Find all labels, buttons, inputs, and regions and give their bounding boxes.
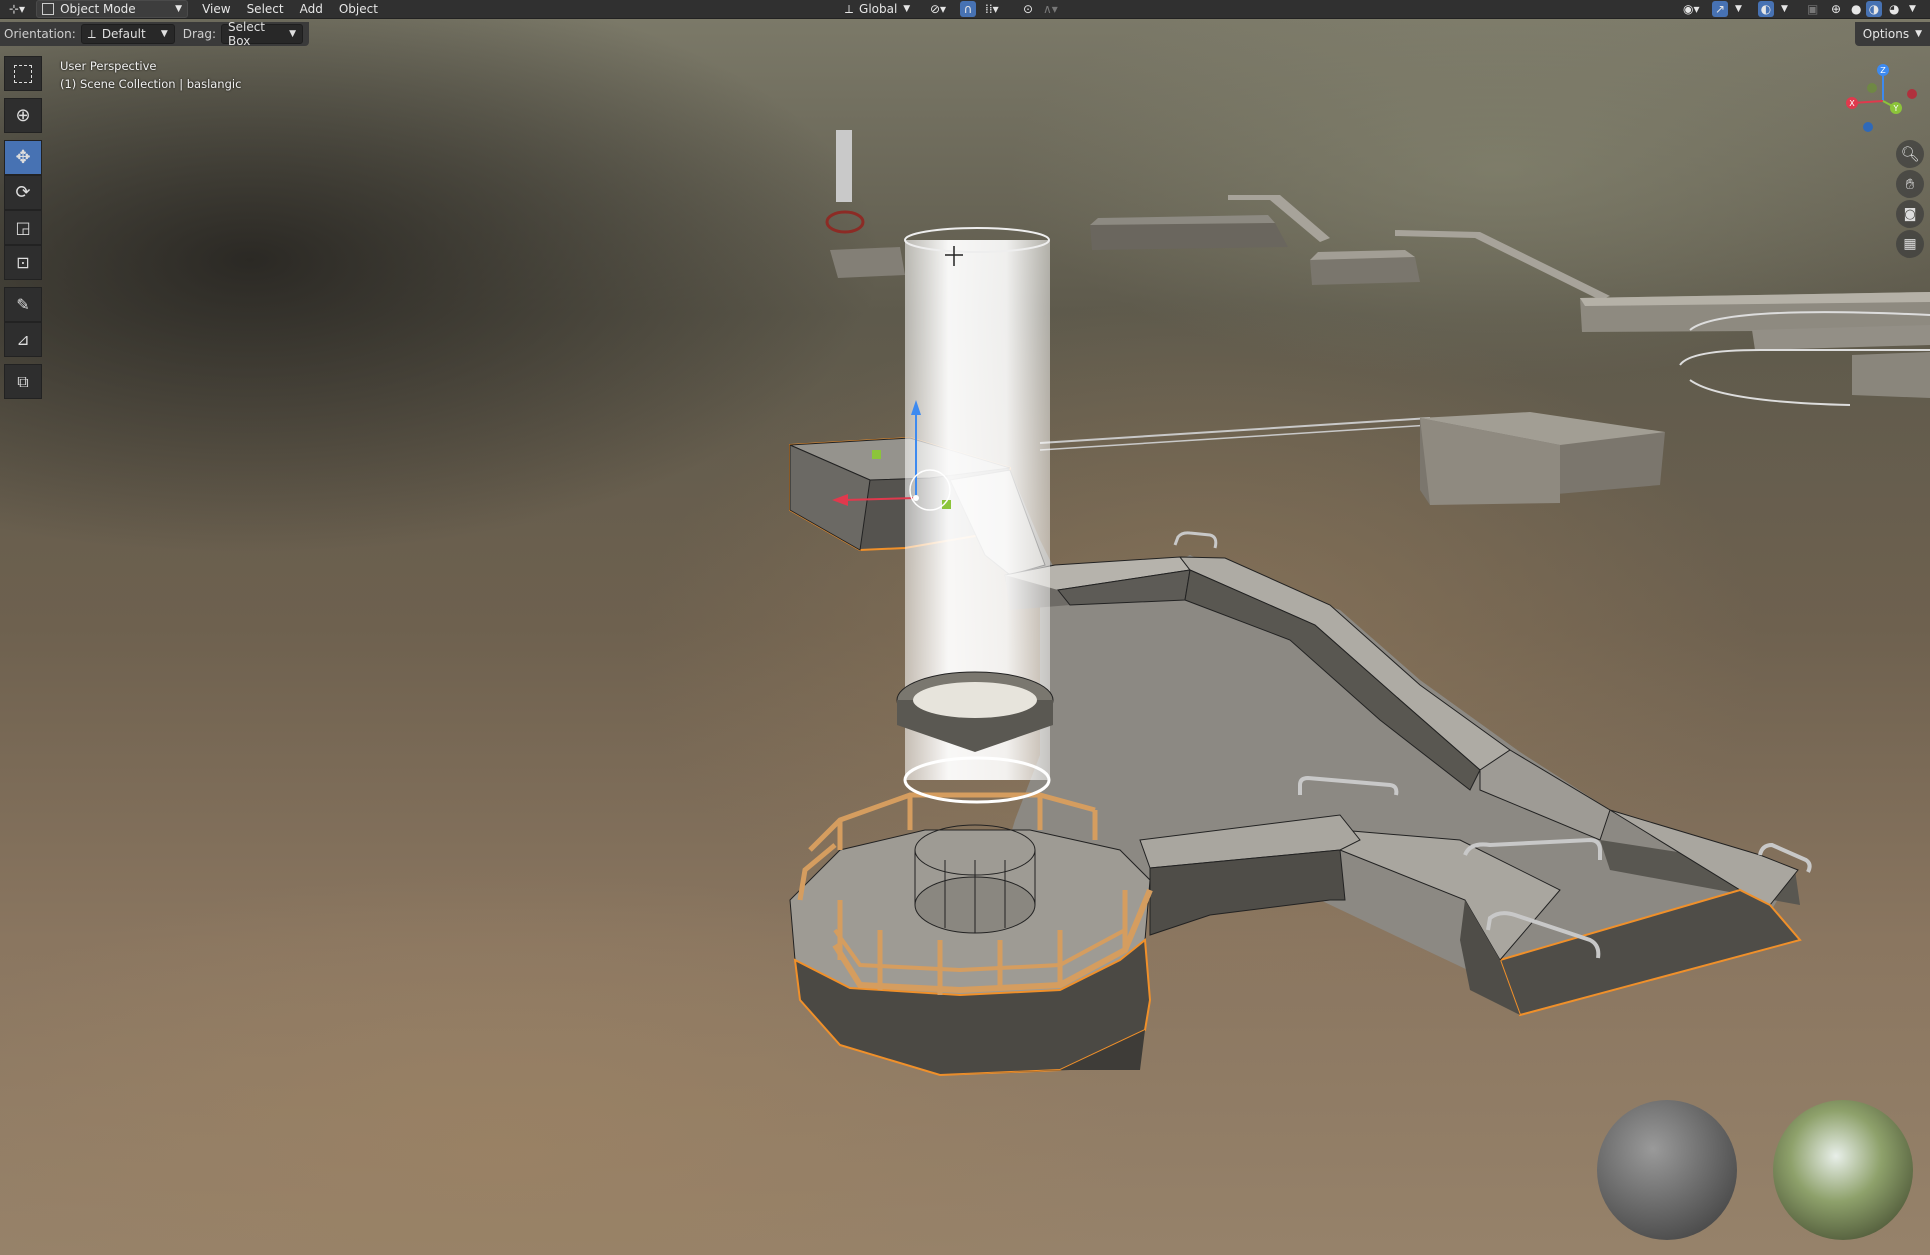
magnifier-icon: 🔍︎ <box>1900 145 1920 163</box>
options-dropdown[interactable]: Options ▼ <box>1854 22 1930 46</box>
visibility-dropdown[interactable]: ◉▾ <box>1678 1 1705 17</box>
measure-ruler-icon: ⊿ <box>16 330 30 349</box>
chevron-down-icon: ▼ <box>160 29 168 39</box>
chevron-down-icon: ▼ <box>289 29 296 39</box>
material-preview-spheres <box>1597 1100 1913 1240</box>
chevron-down-icon: ▼ <box>1909 4 1916 14</box>
proportional-editing-toggle[interactable]: ⊙ <box>1018 1 1038 17</box>
drag-value: Select Box <box>227 20 266 48</box>
overlays-dropdown[interactable]: ▼ <box>1776 1 1793 17</box>
shading-dropdown[interactable]: ▼ <box>1904 1 1921 17</box>
scale-tool[interactable]: ◲ <box>4 210 42 245</box>
transform-icon: ⊡ <box>16 253 30 272</box>
annotate-tool[interactable]: ✎ <box>4 287 42 322</box>
transform-tool[interactable]: ⊡ <box>4 245 42 280</box>
transform-orientation-label: Global <box>859 2 898 16</box>
zoom-button[interactable]: 🔍︎ <box>1896 140 1924 168</box>
proportional-icon: ⊙ <box>1023 2 1034 16</box>
orientation-value: Default <box>101 27 146 41</box>
navigation-gizmo[interactable]: Z X Y <box>1840 58 1926 144</box>
mode-dropdown[interactable]: Object Mode ▼ <box>36 0 189 18</box>
shading-solid[interactable]: ● <box>1846 1 1866 17</box>
orientation-icon: ⟂ <box>845 1 854 16</box>
chevron-down-icon: ▼ <box>1915 29 1922 39</box>
cursor-icon: ⊕ <box>15 105 31 126</box>
grid-icon: ▦ <box>1903 236 1917 252</box>
select-box-icon <box>14 64 32 83</box>
add-cube-icon: ⧉ <box>17 371 29 391</box>
gizmo-icon: ↗ <box>1714 2 1726 16</box>
pivot-point-dropdown[interactable]: ⊘▾ <box>925 1 951 17</box>
object-mode-icon <box>42 3 55 15</box>
move-tool[interactable]: ✥ <box>4 140 42 175</box>
pan-button[interactable]: ✋︎ <box>1896 170 1924 198</box>
hand-icon: ✋︎ <box>1905 175 1915 193</box>
gizmo-z-label: Z <box>1880 66 1886 75</box>
transform-orientation-dropdown[interactable]: ⟂ Global ▼ <box>840 1 915 17</box>
cursor-tool[interactable]: ⊕ <box>4 98 42 133</box>
rotate-tool[interactable]: ⟳ <box>4 175 42 210</box>
camera-view-button[interactable]: ◙ <box>1896 200 1924 228</box>
3d-viewport[interactable]: ⊹▾ Object Mode ▼ View Select Add Object … <box>0 0 1930 1255</box>
material-shading-icon: ◑ <box>1868 2 1880 16</box>
shading-rendered[interactable]: ◕ <box>1884 1 1904 17</box>
falloff-curve-icon: ∧▾ <box>1043 2 1058 16</box>
viewport-info: User Perspective (1) Scene Collection | … <box>60 57 241 93</box>
annotate-pencil-icon: ✎ <box>16 295 30 314</box>
snap-toggle[interactable]: ∩ <box>960 1 976 17</box>
wireframe-shading-icon: ⊕ <box>1831 2 1842 16</box>
xray-toggle[interactable]: ▣ <box>1802 1 1823 17</box>
xray-icon: ▣ <box>1807 2 1819 16</box>
solid-shading-icon: ● <box>1851 2 1862 16</box>
snap-target-dropdown[interactable]: ⁞⁞▾ <box>980 1 1004 17</box>
chevron-down-icon: ▼ <box>903 4 911 14</box>
shading-material[interactable]: ◑ <box>1866 1 1882 17</box>
magnet-icon: ∩ <box>963 2 973 16</box>
orientation-axes-icon: ⟂ <box>87 26 96 41</box>
move-icon: ✥ <box>15 147 31 168</box>
perspective-toggle-button[interactable]: ▦ <box>1896 230 1924 258</box>
collection-info: (1) Scene Collection | baslangic <box>60 77 242 91</box>
tool-shelf: ⊕ ✥ ⟳ ◲ ⊡ ✎ ⊿ ⧉ <box>4 56 42 399</box>
rendered-shading-icon: ◕ <box>1889 2 1900 16</box>
mode-label: Object Mode <box>60 2 136 16</box>
chevron-down-icon: ▼ <box>175 4 183 14</box>
scene-render[interactable] <box>0 0 1930 1255</box>
orientation-dropdown[interactable]: ⟂ Default ▼ <box>80 24 175 44</box>
gizmo-dropdown[interactable]: ▼ <box>1730 1 1747 17</box>
menu-add[interactable]: Add <box>292 0 331 18</box>
view-name: User Perspective <box>60 59 157 73</box>
scale-icon: ◲ <box>15 218 31 237</box>
camera-icon: ◙ <box>1903 206 1917 222</box>
overlays-toggle[interactable]: ◐ <box>1758 1 1774 17</box>
tool-settings-bar: Orientation: ⟂ Default ▼ Drag: Select Bo… <box>0 20 309 48</box>
viewport-header: ⊹▾ Object Mode ▼ View Select Add Object … <box>0 0 1930 19</box>
gizmo-x-label: X <box>1849 99 1855 108</box>
overlays-icon: ◐ <box>1760 2 1772 16</box>
glass-cylinder <box>896 227 1054 804</box>
rotate-icon: ⟳ <box>15 182 31 203</box>
gizmo-toggle[interactable]: ↗ <box>1712 1 1728 17</box>
editor-type-button[interactable]: ⊹▾ <box>4 1 30 17</box>
menu-object[interactable]: Object <box>331 0 386 18</box>
eye-icon: ◉▾ <box>1683 2 1700 16</box>
measure-tool[interactable]: ⊿ <box>4 322 42 357</box>
snap-grid-icon: ⁞⁞▾ <box>985 2 999 16</box>
octagon-platform <box>789 792 1153 1077</box>
gizmo-y-label: Y <box>1893 104 1899 113</box>
chevron-down-icon: ▼ <box>1781 4 1788 14</box>
editor-type-icon: ⊹▾ <box>9 2 26 16</box>
orientation-label: Orientation: <box>4 27 76 41</box>
menu-select[interactable]: Select <box>239 0 292 18</box>
drag-dropdown[interactable]: Select Box ▼ <box>220 20 303 48</box>
falloff-dropdown[interactable]: ∧▾ <box>1038 1 1063 17</box>
shading-wireframe[interactable]: ⊕ <box>1826 1 1846 17</box>
select-box-tool[interactable] <box>4 56 42 91</box>
add-cube-tool[interactable]: ⧉ <box>4 364 42 399</box>
drag-label: Drag: <box>182 27 216 41</box>
chevron-down-icon: ▼ <box>1735 4 1742 14</box>
menu-view[interactable]: View <box>194 0 238 18</box>
options-label: Options <box>1862 27 1910 41</box>
pivot-icon: ⊘▾ <box>930 2 947 16</box>
